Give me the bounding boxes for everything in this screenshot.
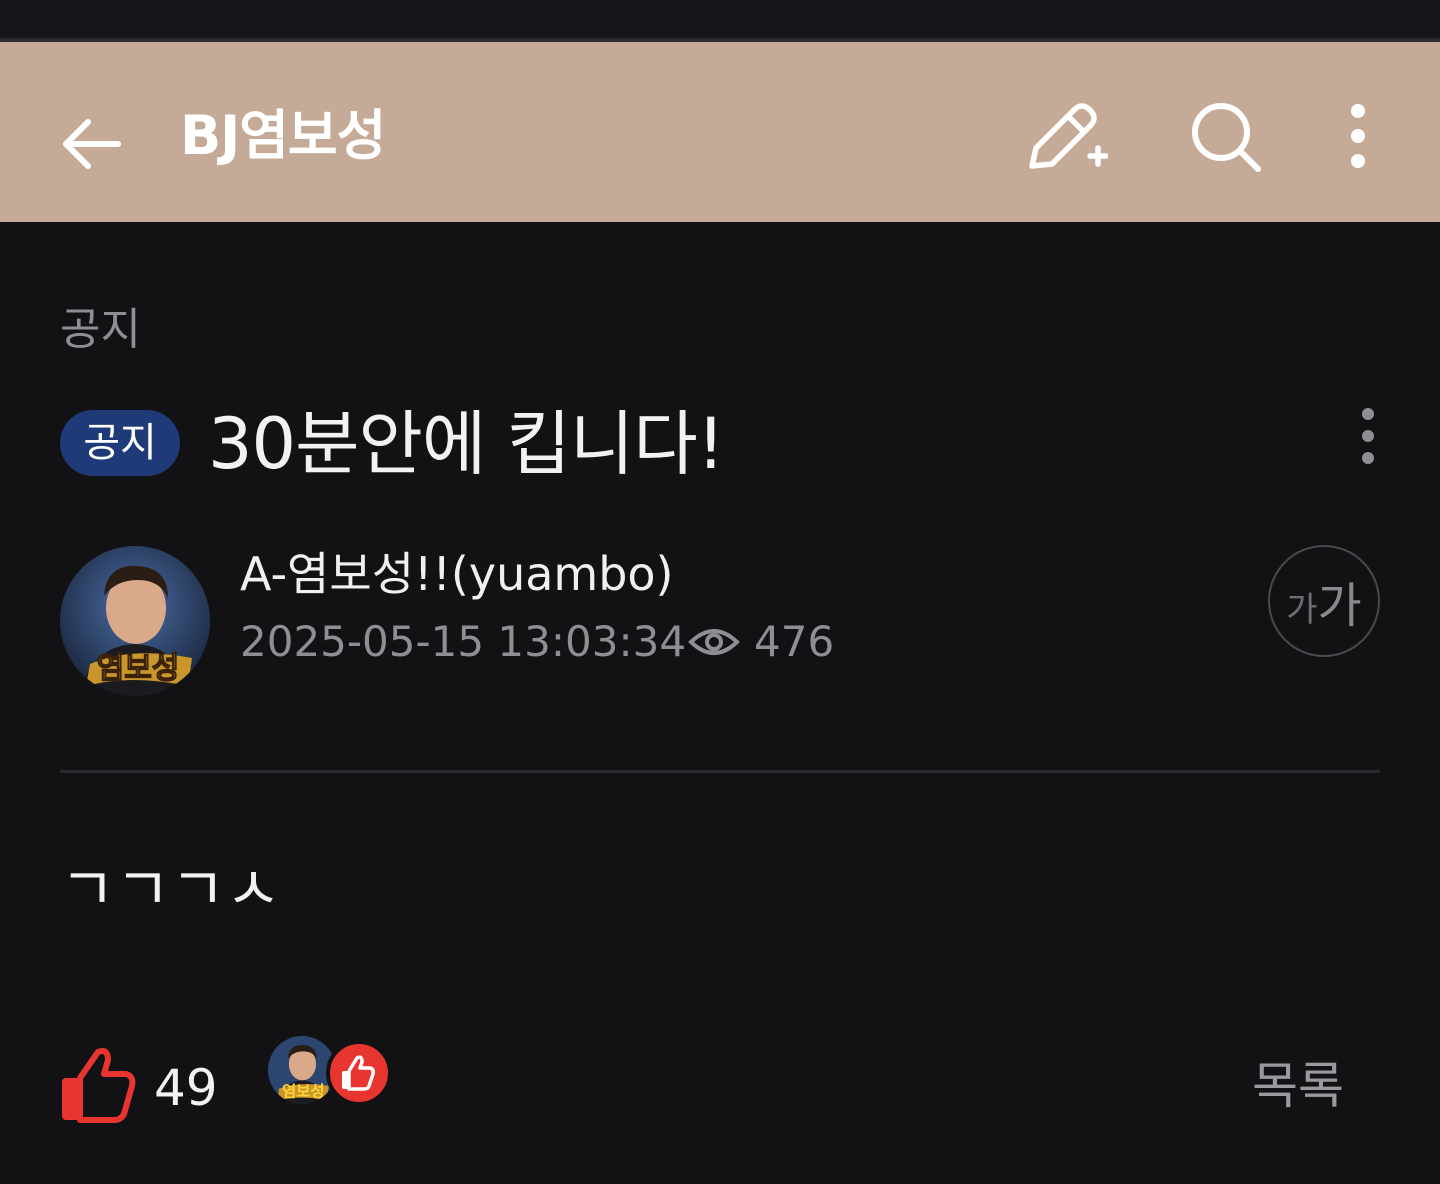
back-button[interactable] [56,112,126,176]
post-category: 공지 [60,304,141,355]
notice-badge: 공지 [60,410,180,476]
font-size-small-label: 가 [1286,589,1318,630]
like-count: 49 [154,1059,218,1117]
search-icon [1192,103,1261,172]
like-button[interactable] [58,1046,138,1124]
avatar-name-overlay: 염보성 [97,651,180,686]
write-post-button[interactable] [1024,98,1109,178]
font-size-large-label: 가 [1317,578,1362,634]
more-vertical-icon [1351,104,1365,168]
board-title: BJ염보성 [180,104,386,167]
search-button[interactable] [1186,98,1266,178]
post-body: ㄱㄱㄱㅅ [60,855,281,925]
status-bar [0,0,1440,42]
eye-icon [688,629,740,655]
pencil-plus-icon [1029,103,1109,169]
list-button[interactable]: 목록 [1252,1054,1344,1118]
post-more-button[interactable] [1346,404,1390,468]
more-options-button[interactable] [1330,98,1386,178]
profile-photo: 염보성 [60,546,210,696]
liker-avatar-overlay: 염보성 [282,1083,325,1101]
font-size-button[interactable]: 가 가 [1268,545,1380,657]
author-avatar[interactable]: 염보성 [60,546,210,696]
app-bar: BJ염보성 [0,42,1440,222]
more-vertical-icon [1362,408,1374,464]
thumbs-up-icon [62,1048,136,1123]
thumbs-up-icon [342,1055,375,1091]
liker-like-badge [326,1040,392,1106]
content-divider [60,770,1380,773]
arrow-left-icon [63,119,121,169]
post-title: 30분안에 킵니다! [208,403,725,485]
post-datetime: 2025-05-15 13:03:34 [240,617,687,666]
view-count: 476 [754,617,835,666]
author-name[interactable]: A-염보성!!(yuambo) [240,544,674,604]
